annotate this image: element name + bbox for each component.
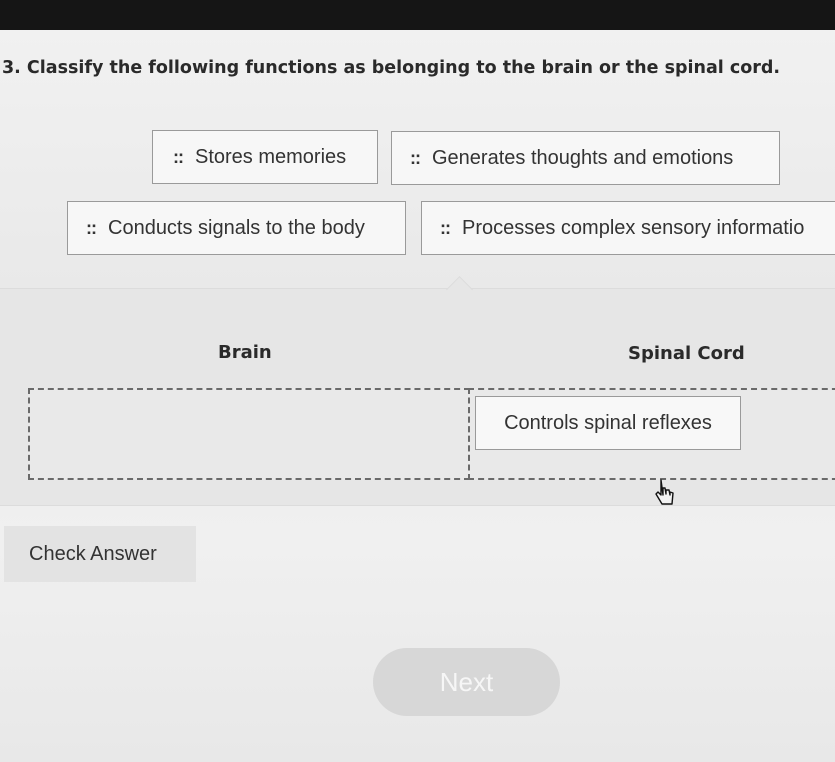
- check-answer-button[interactable]: Check Answer: [4, 526, 196, 582]
- brain-drop-zone[interactable]: [28, 388, 470, 480]
- brain-heading: Brain: [218, 342, 272, 363]
- chip-label: Stores memories: [195, 145, 347, 168]
- drag-handle-icon: ::: [440, 217, 451, 238]
- drag-handle-icon: ::: [173, 146, 184, 167]
- chip-label: Conducts signals to the body: [108, 216, 365, 239]
- chip-generates-thoughts[interactable]: :: Generates thoughts and emotions: [391, 131, 780, 185]
- chip-processes-sensory[interactable]: :: Processes complex sensory informatio: [421, 201, 835, 255]
- chip-conducts-signals[interactable]: :: Conducts signals to the body: [67, 201, 406, 255]
- chip-label: Generates thoughts and emotions: [432, 146, 734, 169]
- pointer-cursor-icon: [655, 479, 674, 505]
- spinal-cord-heading: Spinal Cord: [628, 343, 745, 364]
- chip-controls-spinal-reflexes[interactable]: Controls spinal reflexes: [475, 396, 741, 450]
- top-header-bar: [0, 0, 835, 30]
- chip-label: Processes complex sensory informatio: [462, 216, 805, 239]
- answer-bank: :: Stores memories :: Generates thoughts…: [0, 108, 835, 288]
- chip-label: Controls spinal reflexes: [504, 411, 712, 434]
- drag-handle-icon: ::: [410, 147, 421, 168]
- next-button[interactable]: Next: [373, 648, 560, 716]
- question-text: 3. Classify the following functions as b…: [2, 58, 781, 78]
- drag-handle-icon: ::: [86, 217, 97, 238]
- chip-stores-memories[interactable]: :: Stores memories: [152, 130, 378, 184]
